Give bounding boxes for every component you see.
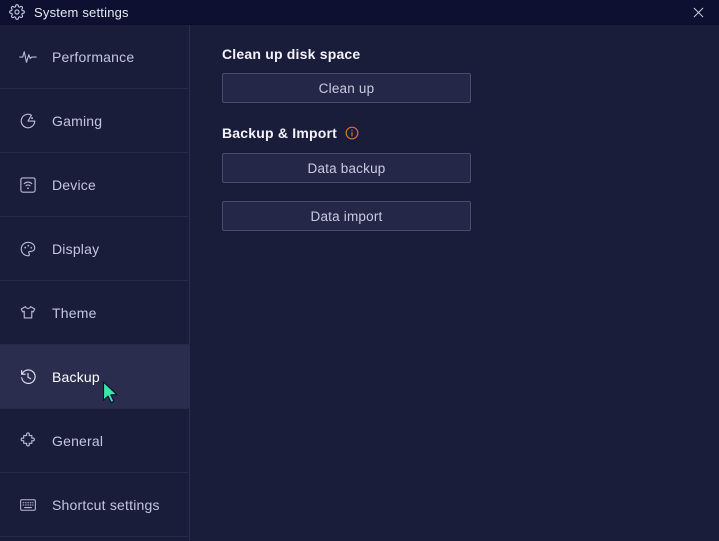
section-heading-cleanup: Clean up disk space	[222, 46, 360, 62]
gaming-icon	[18, 111, 38, 131]
clean-up-button[interactable]: Clean up	[222, 73, 471, 103]
button-label: Data import	[310, 208, 383, 224]
sidebar-item-label: Shortcut settings	[52, 496, 160, 513]
info-icon[interactable]	[345, 126, 359, 140]
section-heading-text: Backup & Import	[222, 125, 338, 141]
pulse-icon	[18, 47, 38, 67]
system-settings-window: System settings Performance Gaming Devic…	[0, 0, 719, 541]
window-title: System settings	[34, 4, 129, 20]
section-heading-backup-import: Backup & Import	[222, 125, 359, 141]
sidebar-item-gaming[interactable]: Gaming	[0, 89, 190, 153]
title-bar: System settings	[0, 0, 719, 25]
sidebar-item-label: Display	[52, 240, 100, 257]
sidebar-item-display[interactable]: Display	[0, 217, 190, 281]
puzzle-icon	[18, 431, 38, 451]
sidebar-item-label: Backup	[52, 368, 100, 385]
button-label: Data backup	[307, 160, 386, 176]
data-import-button[interactable]: Data import	[222, 201, 471, 231]
sidebar-item-label: Gaming	[52, 112, 103, 129]
sidebar-item-general[interactable]: General	[0, 409, 190, 473]
button-label: Clean up	[318, 80, 375, 96]
sidebar-nav: Performance Gaming Device Display Theme …	[0, 25, 190, 541]
sidebar-item-device[interactable]: Device	[0, 153, 190, 217]
palette-icon	[18, 239, 38, 259]
sidebar-item-label: General	[52, 432, 104, 449]
keyboard-icon	[18, 495, 38, 515]
sidebar-item-shortcut-settings[interactable]: Shortcut settings	[0, 473, 190, 537]
tshirt-icon	[18, 303, 38, 323]
sidebar-item-label: Device	[52, 176, 96, 193]
sidebar-item-performance[interactable]: Performance	[0, 25, 190, 89]
section-heading-text: Clean up disk space	[222, 46, 361, 62]
close-icon	[693, 7, 703, 18]
data-backup-button[interactable]: Data backup	[222, 153, 471, 183]
settings-content-panel: Clean up disk space Clean up Backup & Im…	[191, 25, 719, 541]
history-icon	[18, 367, 38, 387]
sidebar-item-backup[interactable]: Backup	[0, 345, 190, 409]
gear-icon	[9, 4, 25, 20]
sidebar-item-label: Performance	[52, 48, 135, 65]
device-wifi-icon	[18, 175, 38, 195]
sidebar-item-label: Theme	[52, 304, 97, 321]
sidebar-item-theme[interactable]: Theme	[0, 281, 190, 345]
close-button[interactable]	[677, 0, 719, 25]
